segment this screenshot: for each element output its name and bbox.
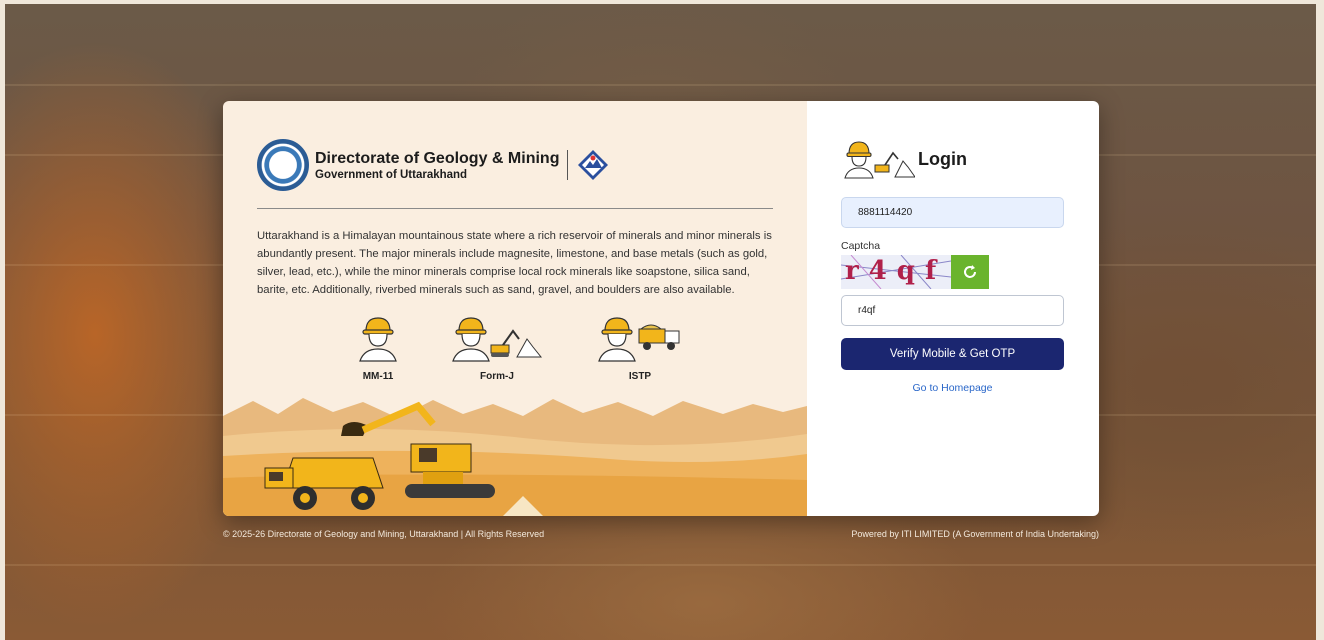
role-mm11[interactable]: MM-11 xyxy=(353,313,403,382)
worker-excavator-icon xyxy=(452,317,543,362)
role-label-form-j: Form-J xyxy=(480,371,514,382)
refresh-icon xyxy=(964,265,976,278)
login-header: Login xyxy=(843,139,967,179)
refresh-captcha-button[interactable] xyxy=(951,255,989,289)
brand-divider xyxy=(567,150,569,180)
role-label-istp: ISTP xyxy=(628,371,652,382)
brand-text: Directorate of Geology & Mining Governme… xyxy=(315,150,559,181)
department-emblem-icon xyxy=(257,139,309,191)
role-form-j[interactable]: Form-J xyxy=(449,313,545,382)
mining-illustration xyxy=(223,398,807,516)
worker-icon xyxy=(359,317,397,362)
verify-mobile-button[interactable]: Verify Mobile & Get OTP xyxy=(841,338,1064,370)
role-istp[interactable]: ISTP xyxy=(595,313,685,382)
mobile-number-field[interactable]: 8881114420 xyxy=(841,197,1064,228)
role-label-mm11: MM-11 xyxy=(362,371,394,382)
copyright-text: © 2025-26 Directorate of Geology and Min… xyxy=(223,529,545,539)
uttarakhand-logo-icon xyxy=(578,150,609,180)
role-options: MM-11 Form-J ISTP xyxy=(223,313,807,393)
brand-subtitle: Government of Uttarakhand xyxy=(315,168,468,181)
state-description: Uttarakhand is a Himalayan mountainous s… xyxy=(257,230,772,296)
homepage-link[interactable]: Go to Homepage xyxy=(841,382,1064,394)
worker-truck-icon xyxy=(598,317,680,362)
captcha-label: Captcha xyxy=(841,240,881,252)
login-title: Login xyxy=(918,148,967,169)
worker-excavator-icon xyxy=(844,141,915,179)
header-divider xyxy=(257,208,773,209)
login-panel: Login 8881114420 Captcha r4qf r4qf Verif… xyxy=(807,101,1099,516)
captcha-image: r4qf xyxy=(841,255,951,289)
brand-title: Directorate of Geology & Mining xyxy=(315,149,560,167)
login-card: Directorate of Geology & Mining Governme… xyxy=(223,101,1099,516)
captcha-input[interactable]: r4qf xyxy=(841,295,1064,326)
info-panel: Directorate of Geology & Mining Governme… xyxy=(223,101,807,516)
brand-header: Directorate of Geology & Mining Governme… xyxy=(257,139,610,191)
powered-by-text: Powered by ITI LIMITED (A Government of … xyxy=(851,529,1099,539)
captcha-text: r4qf xyxy=(845,256,947,286)
